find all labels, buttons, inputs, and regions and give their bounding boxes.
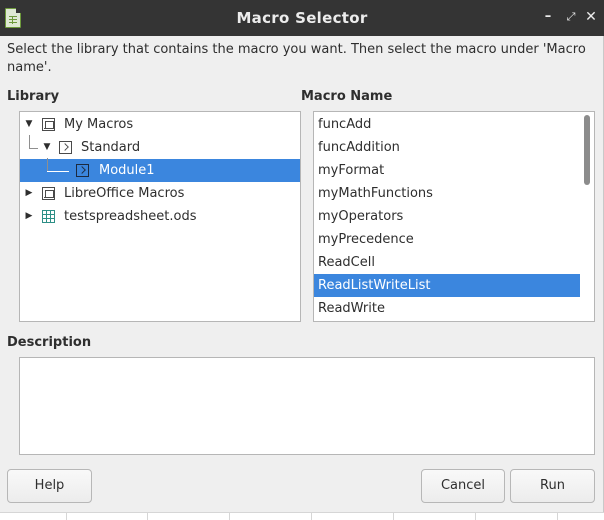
strip-divider: [393, 513, 394, 520]
tree-item-standard[interactable]: ▼ Standard: [20, 135, 300, 159]
window-title: Macro Selector: [236, 9, 368, 27]
macro-list-scrollbar[interactable]: [580, 112, 594, 321]
expander-closed-icon[interactable]: ▶: [24, 182, 34, 205]
spreadsheet-icon: [42, 210, 55, 223]
macro-name-label: Macro Name: [301, 89, 393, 104]
close-icon[interactable]: ✕: [583, 9, 599, 25]
tree-item-my-macros[interactable]: ▼ My Macros: [20, 113, 300, 136]
tree-item-libreoffice-macros[interactable]: ▶ LibreOffice Macros: [20, 182, 300, 205]
minimize-icon[interactable]: –: [540, 9, 556, 25]
expander-closed-icon[interactable]: ▶: [24, 205, 34, 228]
library-label: Library: [7, 89, 60, 104]
strip-divider: [147, 513, 148, 520]
macro-item-myformat[interactable]: myFormat: [314, 159, 582, 182]
description-box: [19, 357, 595, 455]
background-window-strip: [0, 512, 604, 520]
tree-connector: [47, 171, 69, 172]
tree-item-label: Standard: [81, 140, 141, 155]
maximize-icon[interactable]: ⤢: [563, 9, 579, 25]
tree-item-label: LibreOffice Macros: [64, 186, 185, 201]
macro-item-myoperators[interactable]: myOperators: [314, 205, 582, 228]
library-tree[interactable]: ▼ My Macros ▼ Standard Module1 ▶ LibreOf…: [19, 111, 301, 322]
expander-open-icon[interactable]: ▼: [42, 136, 52, 159]
macro-list[interactable]: funcAdd funcAddition myFormat myMathFunc…: [313, 111, 595, 322]
scrollbar-thumb[interactable]: [584, 115, 590, 185]
tree-item-testspreadsheet[interactable]: ▶ testspreadsheet.ods: [20, 205, 300, 228]
strip-divider: [229, 513, 230, 520]
tree-connector: [29, 135, 30, 149]
tree-connector: [29, 148, 38, 149]
tree-item-label: Module1: [99, 163, 155, 178]
strip-divider: [311, 513, 312, 520]
tree-item-module1[interactable]: Module1: [20, 158, 300, 182]
document-icon: [42, 118, 55, 131]
macro-item-readlistwritelist[interactable]: ReadListWriteList: [314, 274, 582, 297]
macro-item-readwrite[interactable]: ReadWrite: [314, 297, 582, 320]
cancel-button[interactable]: Cancel: [421, 469, 505, 503]
macro-item-myprecedence[interactable]: myPrecedence: [314, 228, 582, 251]
title-bar[interactable]: Macro Selector – ⤢ ✕: [0, 0, 604, 36]
macro-library-icon: [59, 141, 72, 154]
strip-divider: [66, 513, 67, 520]
instruction-text: Select the library that contains the mac…: [7, 42, 586, 75]
help-button[interactable]: Help: [7, 469, 92, 503]
run-button[interactable]: Run: [510, 469, 595, 503]
strip-divider: [475, 513, 476, 520]
expander-open-icon[interactable]: ▼: [24, 113, 34, 136]
macro-item-readcell[interactable]: ReadCell: [314, 251, 582, 274]
tree-item-label: testspreadsheet.ods: [64, 209, 197, 224]
macro-item-funcaddition[interactable]: funcAddition: [314, 136, 582, 159]
document-icon: [42, 187, 55, 200]
macro-item-funcadd[interactable]: funcAdd: [314, 113, 582, 136]
macro-selector-dialog: Select the library that contains the mac…: [0, 36, 604, 512]
tree-connector: [47, 158, 48, 172]
macro-item-mymathfunctions[interactable]: myMathFunctions: [314, 182, 582, 205]
strip-divider: [557, 513, 558, 520]
module-icon: [76, 164, 89, 177]
tree-item-label: My Macros: [64, 117, 134, 132]
description-label: Description: [7, 335, 92, 350]
